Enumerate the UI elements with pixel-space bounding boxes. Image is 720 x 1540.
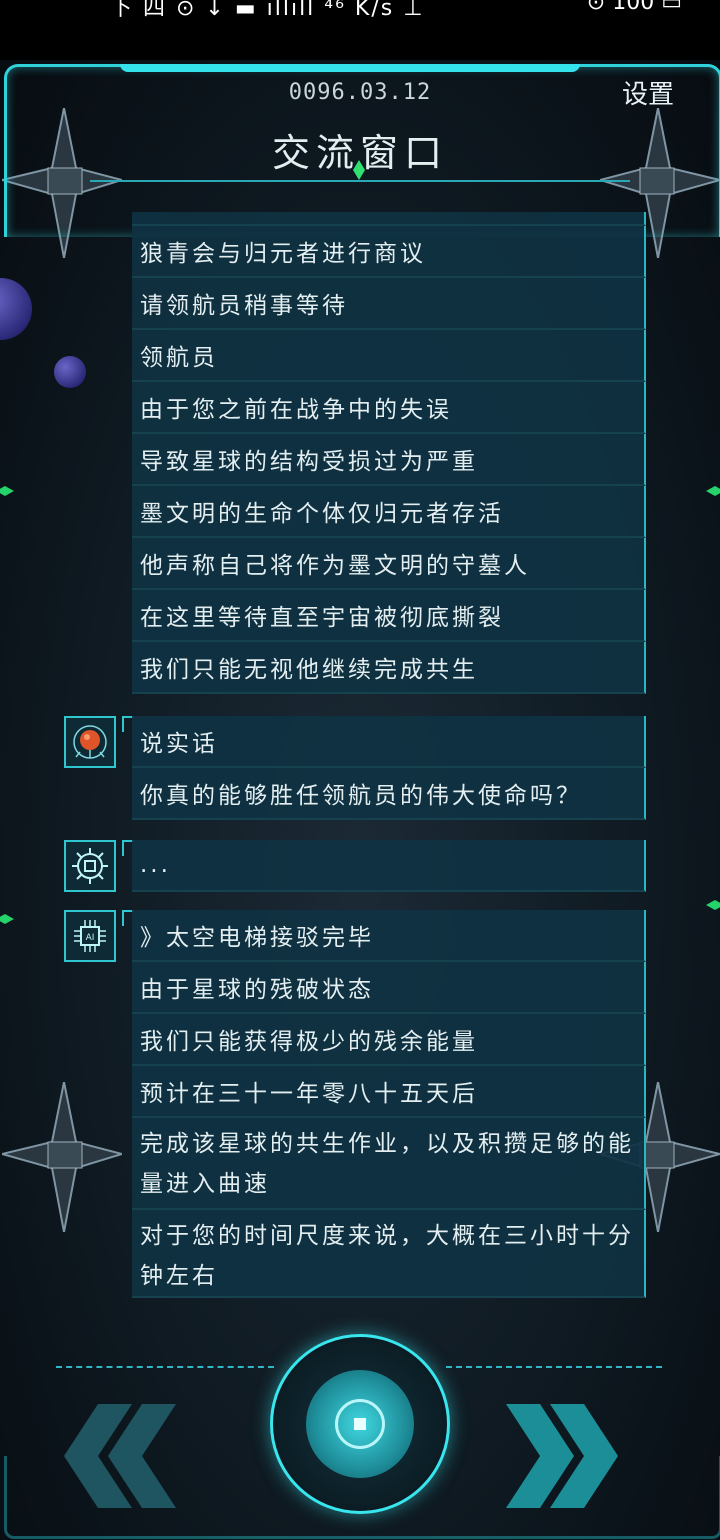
message-row: 请领航员稍事等待 [132, 278, 646, 330]
spaceship-icon [2, 1082, 122, 1232]
game-screen: 0096.03.12 设置 交流窗口 狼青会与归元者进行商议 请领航员稍事等待 … [0, 60, 720, 1540]
stop-square [354, 1418, 366, 1430]
message-text: 完成该星球的共生作业，以及积攒足够的能量进入曲速 [140, 1131, 634, 1197]
robot-chip-icon [72, 848, 108, 884]
message-text: 说实话 [140, 731, 218, 757]
svg-text:AI: AI [86, 933, 95, 943]
side-gem-icon [706, 900, 720, 910]
message-row: 墨文明的生命个体仅归元者存活 [132, 486, 646, 538]
side-gem-icon [706, 486, 720, 496]
message-row: 领航员 [132, 330, 646, 382]
message-row: 》太空电梯接驳完毕 [132, 910, 646, 962]
message-text: 对于您的时间尺度来说，大概在三小时十分钟左右 [140, 1223, 634, 1289]
status-right: ⊙ 100 ▭ [586, 0, 682, 15]
message-text: 预计在三十一年零八十五天后 [140, 1081, 478, 1107]
message-row: 我们只能获得极少的残余能量 [132, 1014, 646, 1066]
message-row: 他声称自己将作为墨文明的守墓人 [132, 538, 646, 590]
settings-button[interactable]: 设置 [622, 74, 674, 111]
status-left: 下 四 ⊙ ↓ ▬ ıllıll ⁴⁶ K/s ⊥ [110, 0, 425, 21]
message-row: 在这里等待直至宇宙被彻底撕裂 [132, 590, 646, 642]
planet-large [0, 278, 32, 340]
message-text: 我们只能无视他继续完成共生 [140, 657, 478, 683]
divider-right [446, 1366, 662, 1368]
message-row: 导致星球的结构受损过为严重 [132, 434, 646, 486]
planet-small [54, 356, 86, 388]
avatar-brain [64, 716, 116, 768]
game-date: 0096.03.12 [288, 80, 432, 105]
message-row: 由于您之前在战争中的失误 [132, 382, 646, 434]
message-row: 完成该星球的共生作业，以及积攒足够的能量进入曲速 [132, 1118, 646, 1210]
window-frame-bottom [4, 1456, 720, 1539]
message-text: 请领航员稍事等待 [140, 293, 348, 319]
status-bar: 下 四 ⊙ ↓ ▬ ıllıll ⁴⁶ K/s ⊥ ⊙ 100 ▭ [0, 0, 720, 60]
message-text: 由于您之前在战争中的失误 [140, 397, 452, 423]
message-text: 》太空电梯接驳完毕 [140, 925, 374, 951]
side-gem-icon [0, 914, 14, 924]
message-text: 墨文明的生命个体仅归元者存活 [140, 501, 504, 527]
divider-left [56, 1366, 274, 1368]
side-gem-icon [0, 486, 14, 496]
message-text: 你真的能够胜任领航员的伟大使命吗？ [140, 783, 582, 809]
message-text: 由于星球的残破状态 [140, 977, 374, 1003]
message-row: 预计在三十一年零八十五天后 [132, 1066, 646, 1118]
message-text: ... [140, 852, 171, 878]
avatar-ai: AI [64, 910, 116, 962]
message-text: 导致星球的结构受损过为严重 [140, 449, 478, 475]
avatar-robot [64, 840, 116, 892]
message-row: 说实话 [132, 716, 646, 768]
title-divider [90, 180, 630, 182]
stop-square-icon [335, 1399, 385, 1449]
frame-top-bar [120, 64, 580, 72]
message-row: 由于星球的残破状态 [132, 962, 646, 1014]
message-row: 我们只能无视他继续完成共生 [132, 642, 646, 694]
message-row: ... [132, 840, 646, 892]
message-row: 你真的能够胜任领航员的伟大使命吗？ [132, 768, 646, 820]
ai-chip-icon: AI [74, 920, 106, 952]
message-row-partial [132, 212, 646, 226]
message-row: 狼青会与归元者进行商议 [132, 226, 646, 278]
message-text: 我们只能获得极少的残余能量 [140, 1029, 478, 1055]
message-text: 领航员 [140, 345, 218, 371]
message-text: 在这里等待直至宇宙被彻底撕裂 [140, 605, 504, 631]
message-text: 他声称自己将作为墨文明的守墓人 [140, 553, 530, 579]
message-row: 对于您的时间尺度来说，大概在三小时十分钟左右 [132, 1210, 646, 1298]
message-text: 狼青会与归元者进行商议 [140, 241, 426, 267]
brain-orb-icon [73, 725, 107, 759]
